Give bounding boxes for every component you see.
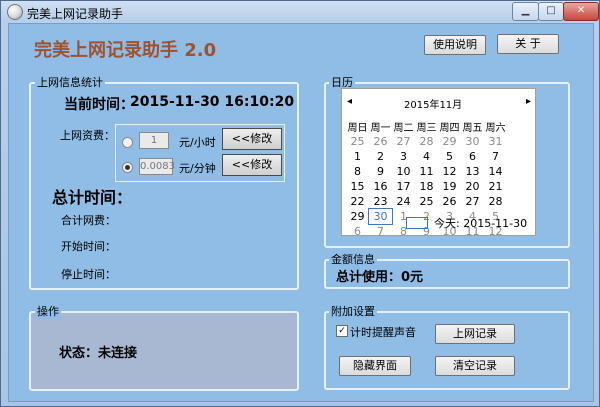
calendar-day[interactable]: 9	[369, 164, 392, 179]
calendar-day[interactable]: 14	[484, 164, 507, 179]
weekday-header: 周一	[370, 123, 391, 134]
start-time-label: 开始时间：	[61, 240, 116, 253]
modify-minute-button[interactable]: <<修改	[222, 154, 282, 176]
minute-unit: 元/分钟	[179, 162, 216, 175]
minute-radio[interactable]	[122, 162, 133, 173]
calendar-day[interactable]: 7	[484, 149, 507, 164]
hourly-rate-input[interactable]: 1	[139, 132, 169, 149]
calendar-day[interactable]: 15	[346, 179, 369, 194]
calendar-day[interactable]: 13	[461, 164, 484, 179]
next-month-icon[interactable]: ▸	[526, 96, 531, 107]
close-icon[interactable]: ✕	[563, 2, 599, 21]
today-label[interactable]: 今天: 2015-11-30	[434, 215, 527, 231]
operation-legend: 操作	[35, 303, 61, 319]
calendar-day[interactable]: 25	[415, 194, 438, 209]
calendar-day[interactable]: 28	[415, 134, 438, 149]
minute-rate-input[interactable]: 0.0083	[139, 158, 175, 175]
calendar-day[interactable]: 10	[392, 164, 415, 179]
calendar-day[interactable]: 30	[461, 134, 484, 149]
maximize-icon[interactable]: □	[538, 2, 564, 21]
extra-settings-legend: 附加设置	[329, 303, 377, 319]
calendar-day[interactable]: 6	[461, 149, 484, 164]
calendar-day[interactable]: 1	[346, 149, 369, 164]
hourly-radio[interactable]	[122, 137, 133, 148]
calendar-day[interactable]: 26	[369, 134, 392, 149]
month-title: 2015年11月	[404, 100, 463, 111]
calendar-day[interactable]: 22	[346, 194, 369, 209]
connection-status: 状态：未连接	[59, 346, 138, 361]
stop-time-label: 停止时间：	[61, 268, 116, 281]
calendar-day[interactable]: 16	[369, 179, 392, 194]
radio-dot	[125, 165, 130, 170]
hourly-unit: 元/小时	[179, 136, 216, 149]
about-button[interactable]: 关 于	[497, 34, 559, 54]
calendar-day[interactable]: 6	[346, 224, 369, 239]
calendar-day[interactable]: 3	[392, 149, 415, 164]
records-button[interactable]: 上网记录	[435, 324, 515, 344]
weekday-header: 周四	[439, 123, 460, 134]
calendar-day[interactable]: 20	[461, 179, 484, 194]
window-title: 完美上网记录助手	[27, 7, 124, 21]
calendar-day[interactable]: 27	[461, 194, 484, 209]
calendar-day[interactable]: 23	[369, 194, 392, 209]
calendar-day[interactable]: 17	[392, 179, 415, 194]
client-area: 完美上网记录助手 2.0 使用说明 关 于 上网信息统计 当前时间： 2015-…	[8, 23, 594, 402]
minimize-icon[interactable]: ▁	[512, 2, 539, 21]
calendar-day[interactable]: 28	[484, 194, 507, 209]
app-icon	[7, 4, 23, 20]
calendar-day[interactable]: 24	[392, 194, 415, 209]
help-button[interactable]: 使用说明	[424, 35, 486, 55]
calendar-day[interactable]: 21	[484, 179, 507, 194]
calendar-day[interactable]: 12	[438, 164, 461, 179]
fee-label: 上网资费：	[60, 129, 115, 142]
calendar-day[interactable]: 29	[438, 134, 461, 149]
current-time-label: 当前时间：	[64, 97, 134, 113]
calendar-day[interactable]: 30	[368, 208, 393, 225]
today-marker	[406, 217, 428, 229]
weekday-header: 周二	[393, 123, 414, 134]
clear-records-button[interactable]: 清空记录	[435, 356, 515, 376]
weekday-header: 周日	[347, 123, 368, 134]
calendar-day[interactable]: 18	[415, 179, 438, 194]
weekday-header: 周六	[485, 123, 506, 134]
prev-month-icon[interactable]: ◂	[347, 96, 352, 107]
stats-legend: 上网信息统计	[35, 74, 105, 90]
total-time-label: 总计时间：	[52, 188, 133, 207]
calendar-day[interactable]: 11	[415, 164, 438, 179]
sound-label: 计时提醒声音	[350, 326, 416, 339]
title-bar[interactable]: 完美上网记录助手 ▁ □ ✕	[1, 1, 599, 23]
calendar-day[interactable]: 7	[369, 224, 392, 239]
weekday-header: 周五	[462, 123, 483, 134]
calendar-day[interactable]: 2	[369, 149, 392, 164]
calendar-day[interactable]: 4	[415, 149, 438, 164]
current-time-value: 2015-11-30 16:10:20	[130, 94, 295, 110]
total-amount: 总计使用：0元	[336, 270, 424, 285]
calendar-widget[interactable]: ◂ 2015年11月 ▸ 周日 周一 周二 周三 周四 周五 周六 25 26 27 28 29 30…	[341, 88, 536, 239]
calendar-day[interactable]: 25	[346, 134, 369, 149]
total-fee-label: 合计网费：	[61, 214, 116, 227]
amount-legend: 金额信息	[329, 251, 377, 267]
calendar-day[interactable]: 26	[438, 194, 461, 209]
calendar-day[interactable]: 31	[484, 134, 507, 149]
calendar-day[interactable]: 29	[346, 209, 369, 224]
hide-button[interactable]: 隐藏界面	[339, 356, 411, 376]
calendar-day[interactable]: 27	[392, 134, 415, 149]
extra-settings-group	[324, 311, 570, 390]
sound-checkbox[interactable]: ✓	[336, 325, 348, 337]
app-window: 完美上网记录助手 ▁ □ ✕ 完美上网记录助手 2.0 使用说明 关 于 上网信…	[0, 0, 600, 407]
calendar-day[interactable]: 19	[438, 179, 461, 194]
weekday-header: 周三	[416, 123, 437, 134]
modify-hourly-button[interactable]: <<修改	[222, 128, 282, 150]
app-heading: 完美上网记录助手 2.0	[34, 40, 217, 61]
calendar-day[interactable]: 8	[346, 164, 369, 179]
calendar-day[interactable]: 5	[438, 149, 461, 164]
